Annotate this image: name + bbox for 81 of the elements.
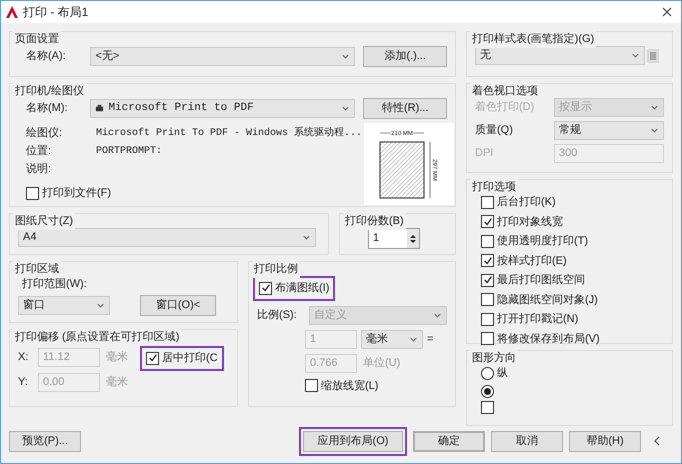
chevron-down-icon — [341, 52, 350, 61]
checkbox[interactable] — [26, 186, 39, 200]
printer-icon — [95, 104, 104, 113]
checkbox-label: 布满图纸(I) — [275, 281, 330, 296]
edit-table-icon[interactable] — [647, 48, 659, 62]
dropdown[interactable]: 毫米 — [361, 330, 423, 348]
checkbox-label: 隐藏图纸空间对象(J) — [497, 292, 598, 308]
dropdown[interactable]: 无 — [475, 46, 645, 65]
window-title: 打印 - 布局1 — [23, 4, 88, 21]
checkbox-label: 打印到文件(F) — [42, 186, 112, 201]
field-label: 着色打印(D) — [475, 100, 536, 116]
checkbox[interactable] — [481, 400, 494, 414]
chevron-down-icon — [650, 126, 659, 135]
dropdown[interactable]: 常规 — [554, 121, 664, 140]
unit-label: 毫米 — [106, 374, 128, 390]
field-value: PORTPROMPT: — [96, 145, 162, 159]
spinner-arrows-icon[interactable] — [407, 229, 419, 248]
button[interactable]: 取消 — [491, 430, 563, 452]
dropdown[interactable]: A4 — [18, 228, 316, 247]
group-title: 打印份数(B) — [343, 213, 406, 230]
radio-button[interactable] — [481, 366, 494, 380]
field-label: 位置: — [26, 144, 52, 160]
checkbox[interactable] — [481, 254, 494, 268]
group-title: 打印样式表(画笔指定)(G) — [470, 31, 596, 48]
app-logo-icon — [5, 5, 19, 19]
field-label: 名称(A): — [26, 49, 67, 64]
field-label: DPI — [475, 146, 494, 162]
checkbox-label: 打开打印戳记(N) — [497, 312, 578, 327]
chevron-down-icon — [302, 233, 311, 242]
field-label: 说明: — [26, 162, 52, 178]
checkbox-label: 按样式打印(E) — [497, 254, 567, 268]
chevron-down-icon — [650, 103, 659, 112]
checkbox[interactable] — [481, 234, 494, 248]
spin-box[interactable]: 1 — [368, 228, 420, 249]
field-label: 比例(S): — [257, 308, 298, 323]
field-label: X: — [18, 350, 30, 366]
button[interactable]: 窗口(O)< — [140, 294, 216, 316]
checkbox-label: 居中打印(C — [162, 351, 218, 366]
unit-label: 毫米 — [106, 350, 128, 366]
checkbox-label: 将修改保存到布局(V) — [497, 332, 600, 346]
dropdown[interactable]: 窗口 — [18, 296, 110, 314]
dimension-line — [380, 132, 424, 134]
radio-button[interactable] — [481, 384, 494, 398]
equals-sign: = — [427, 332, 434, 347]
button[interactable]: 特性(R)... — [363, 98, 447, 119]
checkbox-label: 打印对象线宽 — [497, 214, 563, 230]
field-label: Y: — [18, 375, 29, 390]
group-title: 图纸尺寸(Z) — [13, 213, 76, 230]
checkbox-label: 后台打印(K) — [497, 195, 556, 210]
group-title: 打印偏移 (原点设置在可打印区域) — [13, 329, 182, 346]
checkbox-label: 使用透明度打印(T) — [497, 234, 588, 249]
button[interactable]: 帮助(H) — [569, 430, 641, 452]
paper-sheet-drawing — [380, 142, 425, 198]
checkbox[interactable] — [481, 312, 494, 326]
checkbox[interactable] — [481, 293, 494, 306]
checkbox[interactable] — [259, 282, 272, 295]
field-label: 质量(Q) — [475, 123, 514, 138]
chevron-down-icon — [341, 104, 350, 113]
button[interactable]: 添加(.)... — [363, 46, 447, 67]
dropdown[interactable]: <无> — [90, 47, 356, 66]
button[interactable]: 预览(P)... — [9, 430, 81, 452]
field-label: 打印范围(W): — [21, 277, 88, 292]
field-label: 名称(M): — [26, 101, 69, 116]
dropdown[interactable]: Microsoft Print to PDF — [90, 99, 356, 118]
radio-label: 纵 — [497, 366, 508, 381]
checkbox[interactable] — [305, 379, 318, 392]
group-title: 打印比例 — [252, 261, 300, 278]
spin-value: 1 — [372, 231, 380, 246]
checkbox-label: 缩放线宽(L) — [321, 378, 378, 394]
checkbox[interactable] — [146, 352, 159, 365]
checkbox[interactable] — [481, 215, 494, 228]
unit-label: 单位(U) — [363, 356, 400, 371]
field-label: 绘图仪: — [26, 126, 64, 142]
button[interactable]: 应用到布局(O) — [303, 430, 403, 452]
checkbox[interactable] — [481, 332, 494, 346]
checkbox[interactable] — [481, 274, 494, 287]
chevron-down-icon — [631, 51, 640, 60]
checkbox-label: 最后打印图纸空间 — [497, 272, 585, 288]
field-value: Microsoft Print To PDF - Windows 系统驱动程... — [96, 126, 362, 141]
button[interactable]: 确定 — [413, 430, 485, 452]
checkbox[interactable] — [481, 196, 494, 209]
